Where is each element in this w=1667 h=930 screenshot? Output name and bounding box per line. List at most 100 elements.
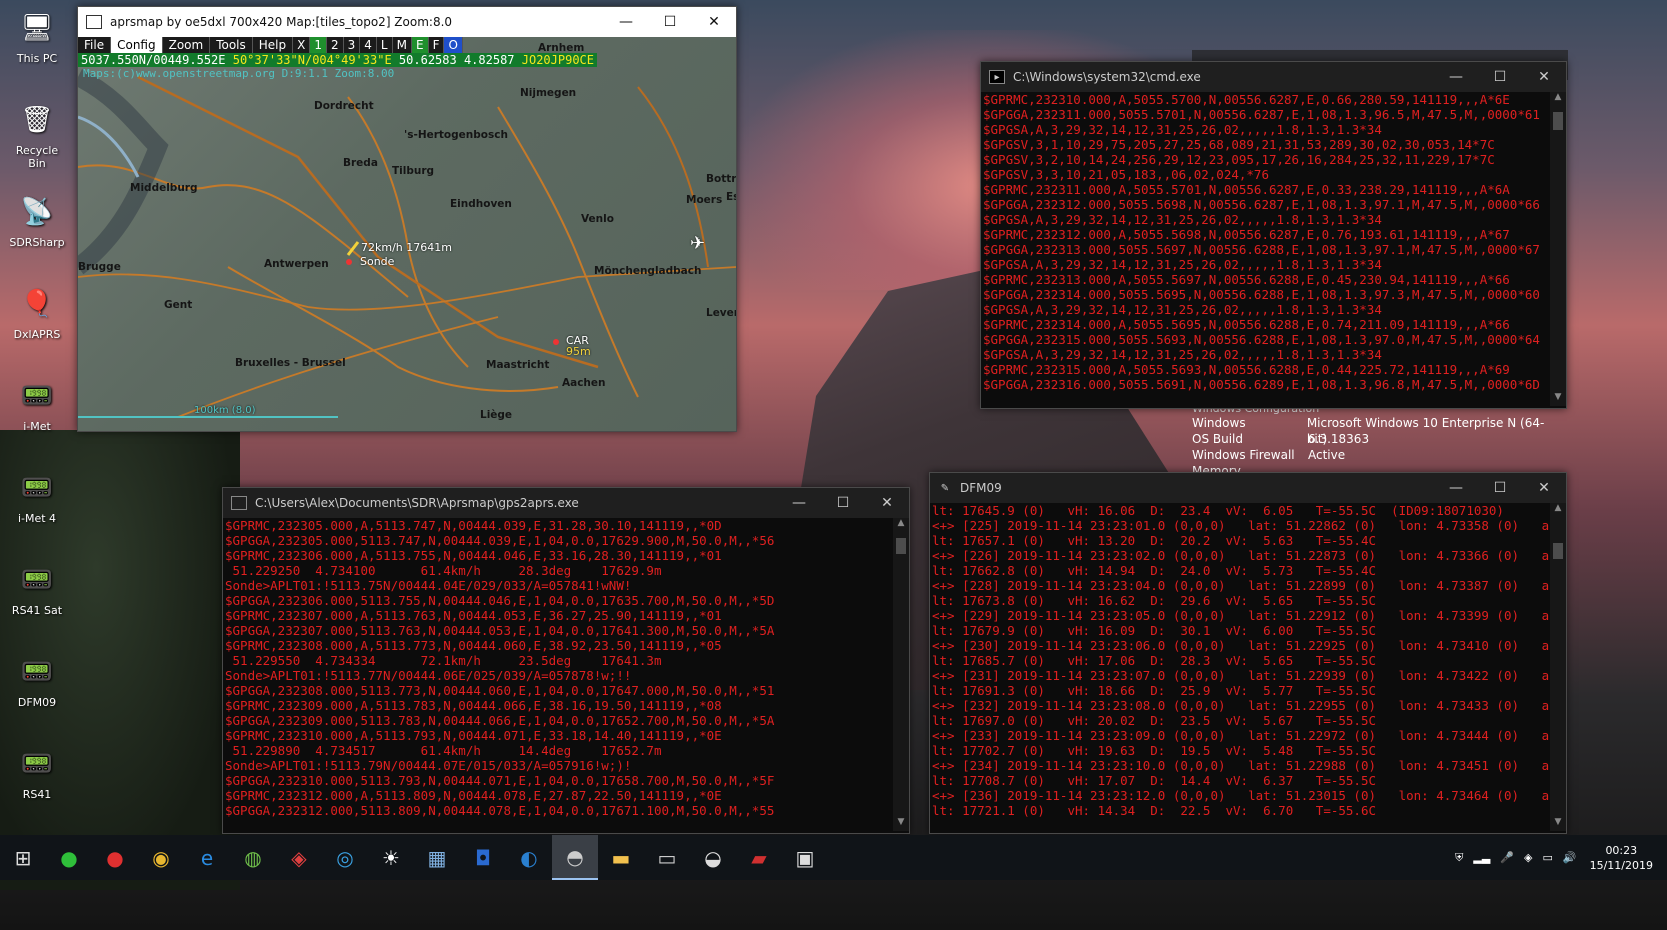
network-icon[interactable]: ▭: [1537, 851, 1557, 864]
console-line: $GPRMC,232312.000,A,5055.5698,N,00556.62…: [983, 227, 1510, 242]
console-line: lt: 17673.8 (0) vH: 16.62 D: 29.6 vV: 5.…: [932, 593, 1377, 608]
cmd-window[interactable]: ▸ C:\Windows\system32\cmd.exe — ☐ ✕ $GPR…: [980, 61, 1567, 409]
sonde-marker[interactable]: [346, 259, 352, 265]
console-line: $GPGGA,232308.000,5113.773,N,00444.060,E…: [225, 683, 775, 698]
notes-app[interactable]: ▣: [782, 835, 828, 880]
map-menu-item[interactable]: 4: [360, 37, 377, 53]
console-line: $GPGSA,A,3,29,32,14,12,31,25,26,02,,,,,1…: [983, 122, 1382, 137]
console-line: lt: 17685.7 (0) vH: 17.06 D: 28.3 vV: 5.…: [932, 653, 1377, 668]
shield-icon[interactable]: ⛨: [1450, 851, 1468, 865]
desktop-icon[interactable]: 🖥 This PC: [6, 8, 68, 65]
edge-app[interactable]: e: [184, 835, 230, 880]
cmd-titlebar[interactable]: ▸ C:\Windows\system32\cmd.exe — ☐ ✕: [981, 62, 1566, 92]
map-city-label: Mönchengladbach: [594, 265, 702, 277]
close-button[interactable]: ✕: [1522, 62, 1566, 92]
satellite-app[interactable]: ▦: [414, 835, 460, 880]
map-menu-item[interactable]: O: [444, 37, 463, 53]
sysinfo-value: Microsoft Windows 10 Enterprise N (64-bi…: [1306, 416, 1545, 446]
car-marker[interactable]: [553, 339, 559, 345]
scroll-down-icon[interactable]: ▼: [893, 817, 909, 831]
dish-app[interactable]: ◒: [690, 835, 736, 880]
shield-app[interactable]: ◘: [460, 835, 506, 880]
close-button[interactable]: ✕: [692, 7, 736, 37]
map-view[interactable]: File Config Zoom Tools Help X 1 2 3 4 L M E F O 5037.5…: [78, 37, 736, 431]
gps2aprs-window[interactable]: C:\Users\Alex\Documents\SDR\Aprsmap\gps2…: [222, 487, 910, 834]
sun-app[interactable]: ☀: [368, 835, 414, 880]
map-menu-item[interactable]: Zoom: [163, 37, 211, 53]
close-button[interactable]: ✕: [1522, 473, 1566, 503]
scroll-up-icon[interactable]: ▲: [1550, 503, 1566, 517]
desktop-icon[interactable]: 📟 RS41: [6, 744, 68, 801]
status-coord-dms: 50°37'33"N/004°49'33"E: [232, 53, 392, 67]
close-button[interactable]: ✕: [865, 488, 909, 518]
map-city-label: Moers: [686, 194, 723, 206]
desktop-icon[interactable]: 📟 DFM09: [6, 652, 68, 709]
globe-app[interactable]: ◍: [230, 835, 276, 880]
minimize-button[interactable]: —: [1434, 62, 1478, 92]
dfm09-window[interactable]: ✎ DFM09 — ☐ ✕ lt: 17645.9 (0) vH: 16.06 …: [929, 472, 1567, 834]
map-menu-item[interactable]: L: [377, 37, 393, 53]
map-menu-item[interactable]: M: [393, 37, 412, 53]
radio-app[interactable]: ◈: [276, 835, 322, 880]
explorer-app[interactable]: ▬: [598, 835, 644, 880]
sdr-app[interactable]: ◎: [322, 835, 368, 880]
desktop-icon[interactable]: 📡 SDRSharp: [6, 192, 68, 249]
minimize-button[interactable]: —: [1434, 473, 1478, 503]
start-button[interactable]: ⊞: [0, 835, 46, 880]
vertical-scrollbar[interactable]: ▲ ▼: [1550, 92, 1566, 406]
vertical-scrollbar[interactable]: ▲ ▼: [893, 518, 909, 831]
console-line: lt: 17691.3 (0) vH: 18.66 D: 25.9 vV: 5.…: [932, 683, 1377, 698]
maximize-button[interactable]: ☐: [648, 7, 692, 37]
clock[interactable]: 00:23 15/11/2019: [1582, 843, 1667, 873]
maximize-button[interactable]: ☐: [821, 488, 865, 518]
map-menu-item[interactable]: X: [293, 37, 311, 53]
map-menu-item[interactable]: F: [429, 37, 445, 53]
scroll-down-icon[interactable]: ▼: [1550, 392, 1566, 406]
maximize-button[interactable]: ☐: [1478, 62, 1522, 92]
scroll-thumb[interactable]: [1553, 112, 1563, 130]
desktop-icon[interactable]: 📟 i-Met 4: [6, 468, 68, 525]
desktop-icon[interactable]: 📟 RS41 Sat: [6, 560, 68, 617]
console-output[interactable]: $GPRMC,232310.000,A,5055.5700,N,00556.62…: [981, 92, 1548, 406]
scroll-down-icon[interactable]: ▼: [1550, 817, 1566, 831]
scroll-thumb[interactable]: [1553, 543, 1563, 559]
maximize-button[interactable]: ☐: [1478, 473, 1522, 503]
desktop-icon[interactable]: 🎈 DxlAPRS: [6, 284, 68, 341]
map-menu-item[interactable]: Help: [253, 37, 294, 53]
microphone-icon[interactable]: 🎤: [1495, 851, 1519, 864]
world-app[interactable]: ◐: [506, 835, 552, 880]
console-line: $GPGSA,A,3,29,32,14,12,31,25,26,02,,,,,1…: [983, 302, 1382, 317]
volume-icon[interactable]: 🔊: [1558, 851, 1582, 864]
console-line: 51.229550 4.734334 72.1km/h 23.5deg 1764…: [225, 653, 662, 668]
scroll-up-icon[interactable]: ▲: [1550, 92, 1566, 106]
vertical-scrollbar[interactable]: ▲ ▼: [1550, 503, 1566, 831]
map-menu-item[interactable]: Tools: [210, 37, 253, 53]
security-icon[interactable]: ◈: [1519, 851, 1537, 864]
map-menu-item[interactable]: E: [411, 37, 429, 53]
network-activity-icon[interactable]: ▂▃: [1468, 851, 1495, 864]
map-menu-item[interactable]: Config: [111, 37, 163, 53]
aprsmap-titlebar[interactable]: aprsmap by oe5dxl 700x420 Map:[tiles_top…: [78, 7, 736, 37]
aprsmap-app[interactable]: ◓: [552, 835, 598, 880]
desktop-icon[interactable]: 📟 i-Met: [6, 376, 68, 433]
scroll-up-icon[interactable]: ▲: [893, 518, 909, 532]
aprsmap-window[interactable]: aprsmap by oe5dxl 700x420 Map:[tiles_top…: [77, 6, 737, 432]
gps2aprs-titlebar[interactable]: C:\Users\Alex\Documents\SDR\Aprsmap\gps2…: [223, 488, 909, 518]
map-menu-item[interactable]: 1: [310, 37, 327, 53]
map-menu-item[interactable]: 2: [327, 37, 344, 53]
terminal-app[interactable]: ▭: [644, 835, 690, 880]
scroll-thumb[interactable]: [896, 538, 906, 554]
minimize-button[interactable]: —: [604, 7, 648, 37]
desktop-icon[interactable]: 🗑 Recycle Bin: [6, 100, 68, 170]
chrome-app[interactable]: ◉: [138, 835, 184, 880]
minimize-button[interactable]: —: [777, 488, 821, 518]
map-menu-item[interactable]: File: [78, 37, 112, 53]
console-output[interactable]: $GPRMC,232305.000,A,5113.747,N,00444.039…: [223, 518, 893, 831]
window-title: aprsmap by oe5dxl 700x420 Map:[tiles_top…: [110, 15, 453, 29]
green-orb-app[interactable]: ●: [46, 835, 92, 880]
console-output[interactable]: lt: 17645.9 (0) vH: 16.06 D: 23.4 vV: 6.…: [930, 503, 1550, 831]
dfm09-titlebar[interactable]: ✎ DFM09 — ☐ ✕: [930, 473, 1566, 503]
red-orb-app[interactable]: ●: [92, 835, 138, 880]
map-menu-item[interactable]: 3: [344, 37, 361, 53]
car-app[interactable]: ▰: [736, 835, 782, 880]
